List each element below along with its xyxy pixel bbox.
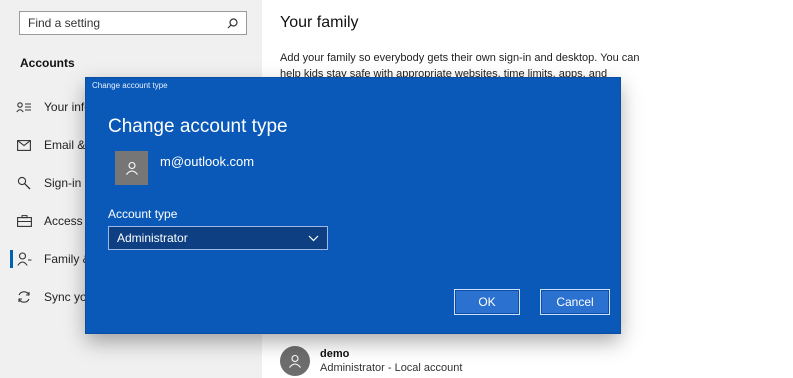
avatar — [280, 346, 310, 376]
person-card-icon — [14, 99, 34, 115]
person-add-icon — [14, 251, 34, 267]
cancel-button[interactable]: Cancel — [540, 289, 610, 315]
account-type-select[interactable]: Administrator — [108, 226, 328, 250]
mail-icon — [14, 137, 34, 153]
member-name: demo — [320, 348, 350, 360]
ok-button[interactable]: OK — [454, 289, 520, 315]
family-member-item[interactable]: demo Administrator - Local account — [280, 346, 462, 376]
dialog-caption: Change account type — [92, 81, 168, 90]
person-icon — [125, 161, 138, 175]
search-placeholder: Find a setting — [28, 16, 101, 30]
key-icon — [14, 175, 34, 191]
dialog-title: Change account type — [108, 116, 288, 137]
page-title: Your family — [280, 14, 359, 31]
chevron-down-icon — [308, 229, 319, 247]
user-avatar — [115, 151, 148, 185]
sidebar-item-label: Your info — [44, 100, 91, 114]
search-icon[interactable] — [227, 17, 238, 29]
user-email: m@outlook.com — [160, 154, 255, 169]
change-account-type-dialog: Change account type Change account type … — [86, 78, 620, 333]
member-role: Administrator - Local account — [320, 362, 463, 374]
member-info: demo Administrator - Local account — [320, 347, 462, 375]
briefcase-icon — [14, 213, 34, 229]
account-type-label: Account type — [108, 207, 178, 221]
account-type-value: Administrator — [117, 231, 188, 245]
sync-icon — [14, 289, 34, 305]
person-icon — [289, 354, 301, 368]
section-title: Accounts — [20, 56, 75, 70]
search-input[interactable]: Find a setting — [19, 11, 247, 35]
